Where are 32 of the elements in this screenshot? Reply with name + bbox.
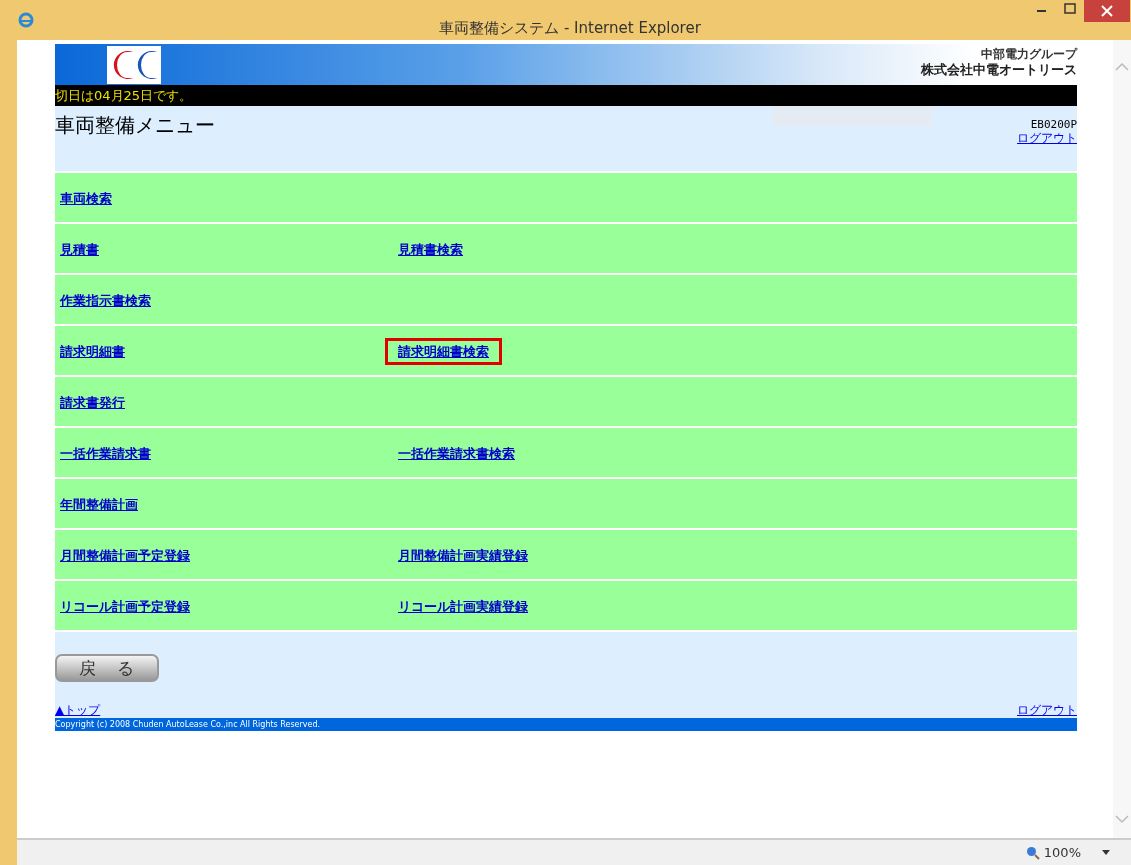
menu-link[interactable]: 車両検索 bbox=[47, 184, 125, 212]
menu-link[interactable]: 一括作業請求書検索 bbox=[385, 439, 528, 467]
top-link[interactable]: ▲トップ bbox=[55, 703, 101, 718]
menu-link[interactable]: 年間整備計画 bbox=[47, 490, 151, 518]
menu-link[interactable]: 月間整備計画予定登録 bbox=[47, 541, 203, 569]
logo-icon bbox=[107, 46, 161, 84]
menu-link[interactable]: 請求明細書検索 bbox=[385, 337, 502, 365]
close-button[interactable] bbox=[1084, 0, 1130, 22]
close-icon bbox=[1101, 5, 1113, 17]
menu-link[interactable]: 請求書発行 bbox=[47, 388, 138, 416]
group-name: 中部電力グループ bbox=[981, 47, 1077, 61]
screen-id: EB0200P bbox=[1030, 118, 1077, 131]
back-button[interactable]: 戻 る bbox=[55, 654, 159, 682]
menu-link[interactable]: 見積書検索 bbox=[385, 235, 476, 263]
window-title: 車両整備システム - Internet Explorer bbox=[438, 18, 702, 38]
menu-link[interactable]: 一括作業請求書 bbox=[47, 439, 164, 467]
menu-link[interactable]: リコール計画実績登録 bbox=[385, 592, 541, 620]
logout-link[interactable]: ログアウト bbox=[1017, 703, 1077, 718]
logout-link[interactable]: ログアウト bbox=[1017, 131, 1077, 146]
notice-text: 切日は04月25日です。 bbox=[55, 85, 1077, 106]
menu-link[interactable]: 月間整備計画実績登録 bbox=[385, 541, 541, 569]
zoom-level[interactable]: 100% bbox=[1043, 845, 1081, 860]
zoom-icon[interactable] bbox=[1025, 845, 1040, 860]
dropdown-icon[interactable] bbox=[1101, 849, 1111, 856]
browser-icon bbox=[18, 12, 34, 28]
company-name: 株式会社中電オートリース bbox=[921, 61, 1077, 79]
copyright-text: Copyright (c) 2008 Chuden AutoLease Co.,inc All Rights Reserved. bbox=[55, 718, 1077, 731]
menu-link[interactable]: 見積書 bbox=[47, 235, 112, 263]
menu-link[interactable]: リコール計画予定登録 bbox=[47, 592, 203, 620]
page-title: 車両整備メニュー bbox=[55, 112, 215, 139]
menu-link[interactable]: 作業指示書検索 bbox=[47, 286, 164, 314]
menu-link[interactable]: 請求明細書 bbox=[47, 337, 138, 365]
